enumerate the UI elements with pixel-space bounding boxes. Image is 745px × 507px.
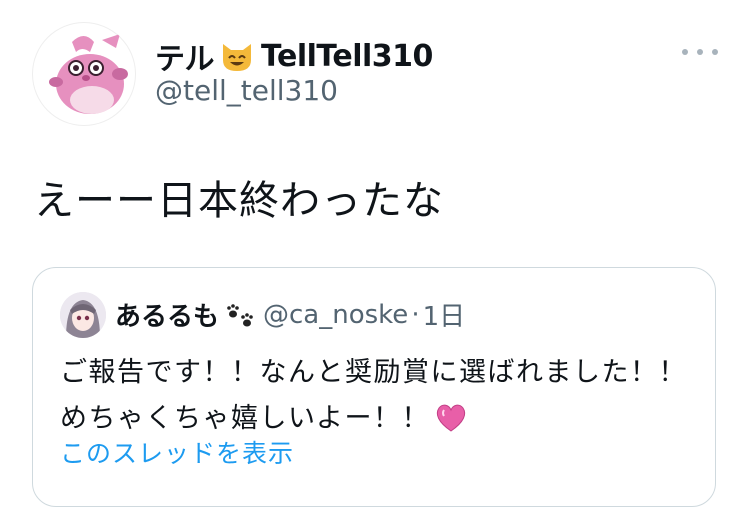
tweet-text: えーー日本終わったな: [34, 178, 444, 224]
author-display-name: テル: [155, 42, 215, 77]
anime-girl-avatar-icon: [60, 292, 106, 338]
quote-body-line-text: めちゃくちゃ嬉しいよー！！: [60, 403, 430, 434]
dot-icon: [682, 49, 688, 55]
quote-author-avatar[interactable]: [60, 292, 106, 338]
quote-header: あるるも @ca_noske · 1日: [115, 296, 465, 333]
dot-icon: [697, 49, 703, 55]
cat-smile-emoji-icon: [223, 44, 251, 71]
separator-dot: ·: [411, 299, 420, 330]
quote-author-name[interactable]: あるるも: [115, 296, 219, 333]
author-avatar[interactable]: [32, 22, 136, 126]
quote-body-line: ご報告です！！なんと奨励賞に選ばれました！！: [60, 357, 687, 388]
quote-body: ご報告です！！なんと奨励賞に選ばれました！！ めちゃくちゃ嬉しいよー！！: [60, 350, 687, 442]
show-thread-link[interactable]: このスレッドを表示: [60, 434, 294, 470]
sparkling-heart-emoji-icon: [436, 404, 466, 432]
author-name-row[interactable]: テル TellTell310: [155, 34, 433, 78]
ellipsis-icon[interactable]: [682, 42, 718, 62]
pink-pokemon-avatar-icon: [49, 34, 128, 114]
author-display-name-latin: TellTell310: [261, 38, 433, 74]
author-handle[interactable]: @tell_tell310: [155, 74, 338, 107]
quote-timestamp[interactable]: 1日: [423, 296, 466, 333]
quote-author-handle[interactable]: @ca_noske: [263, 300, 408, 330]
dot-icon: [712, 49, 718, 55]
quote-tweet-card[interactable]: あるるも @ca_noske · 1日 ご報告です！！なんと奨励賞に選ばれました…: [32, 267, 716, 507]
paw-prints-emoji-icon: [227, 303, 253, 326]
